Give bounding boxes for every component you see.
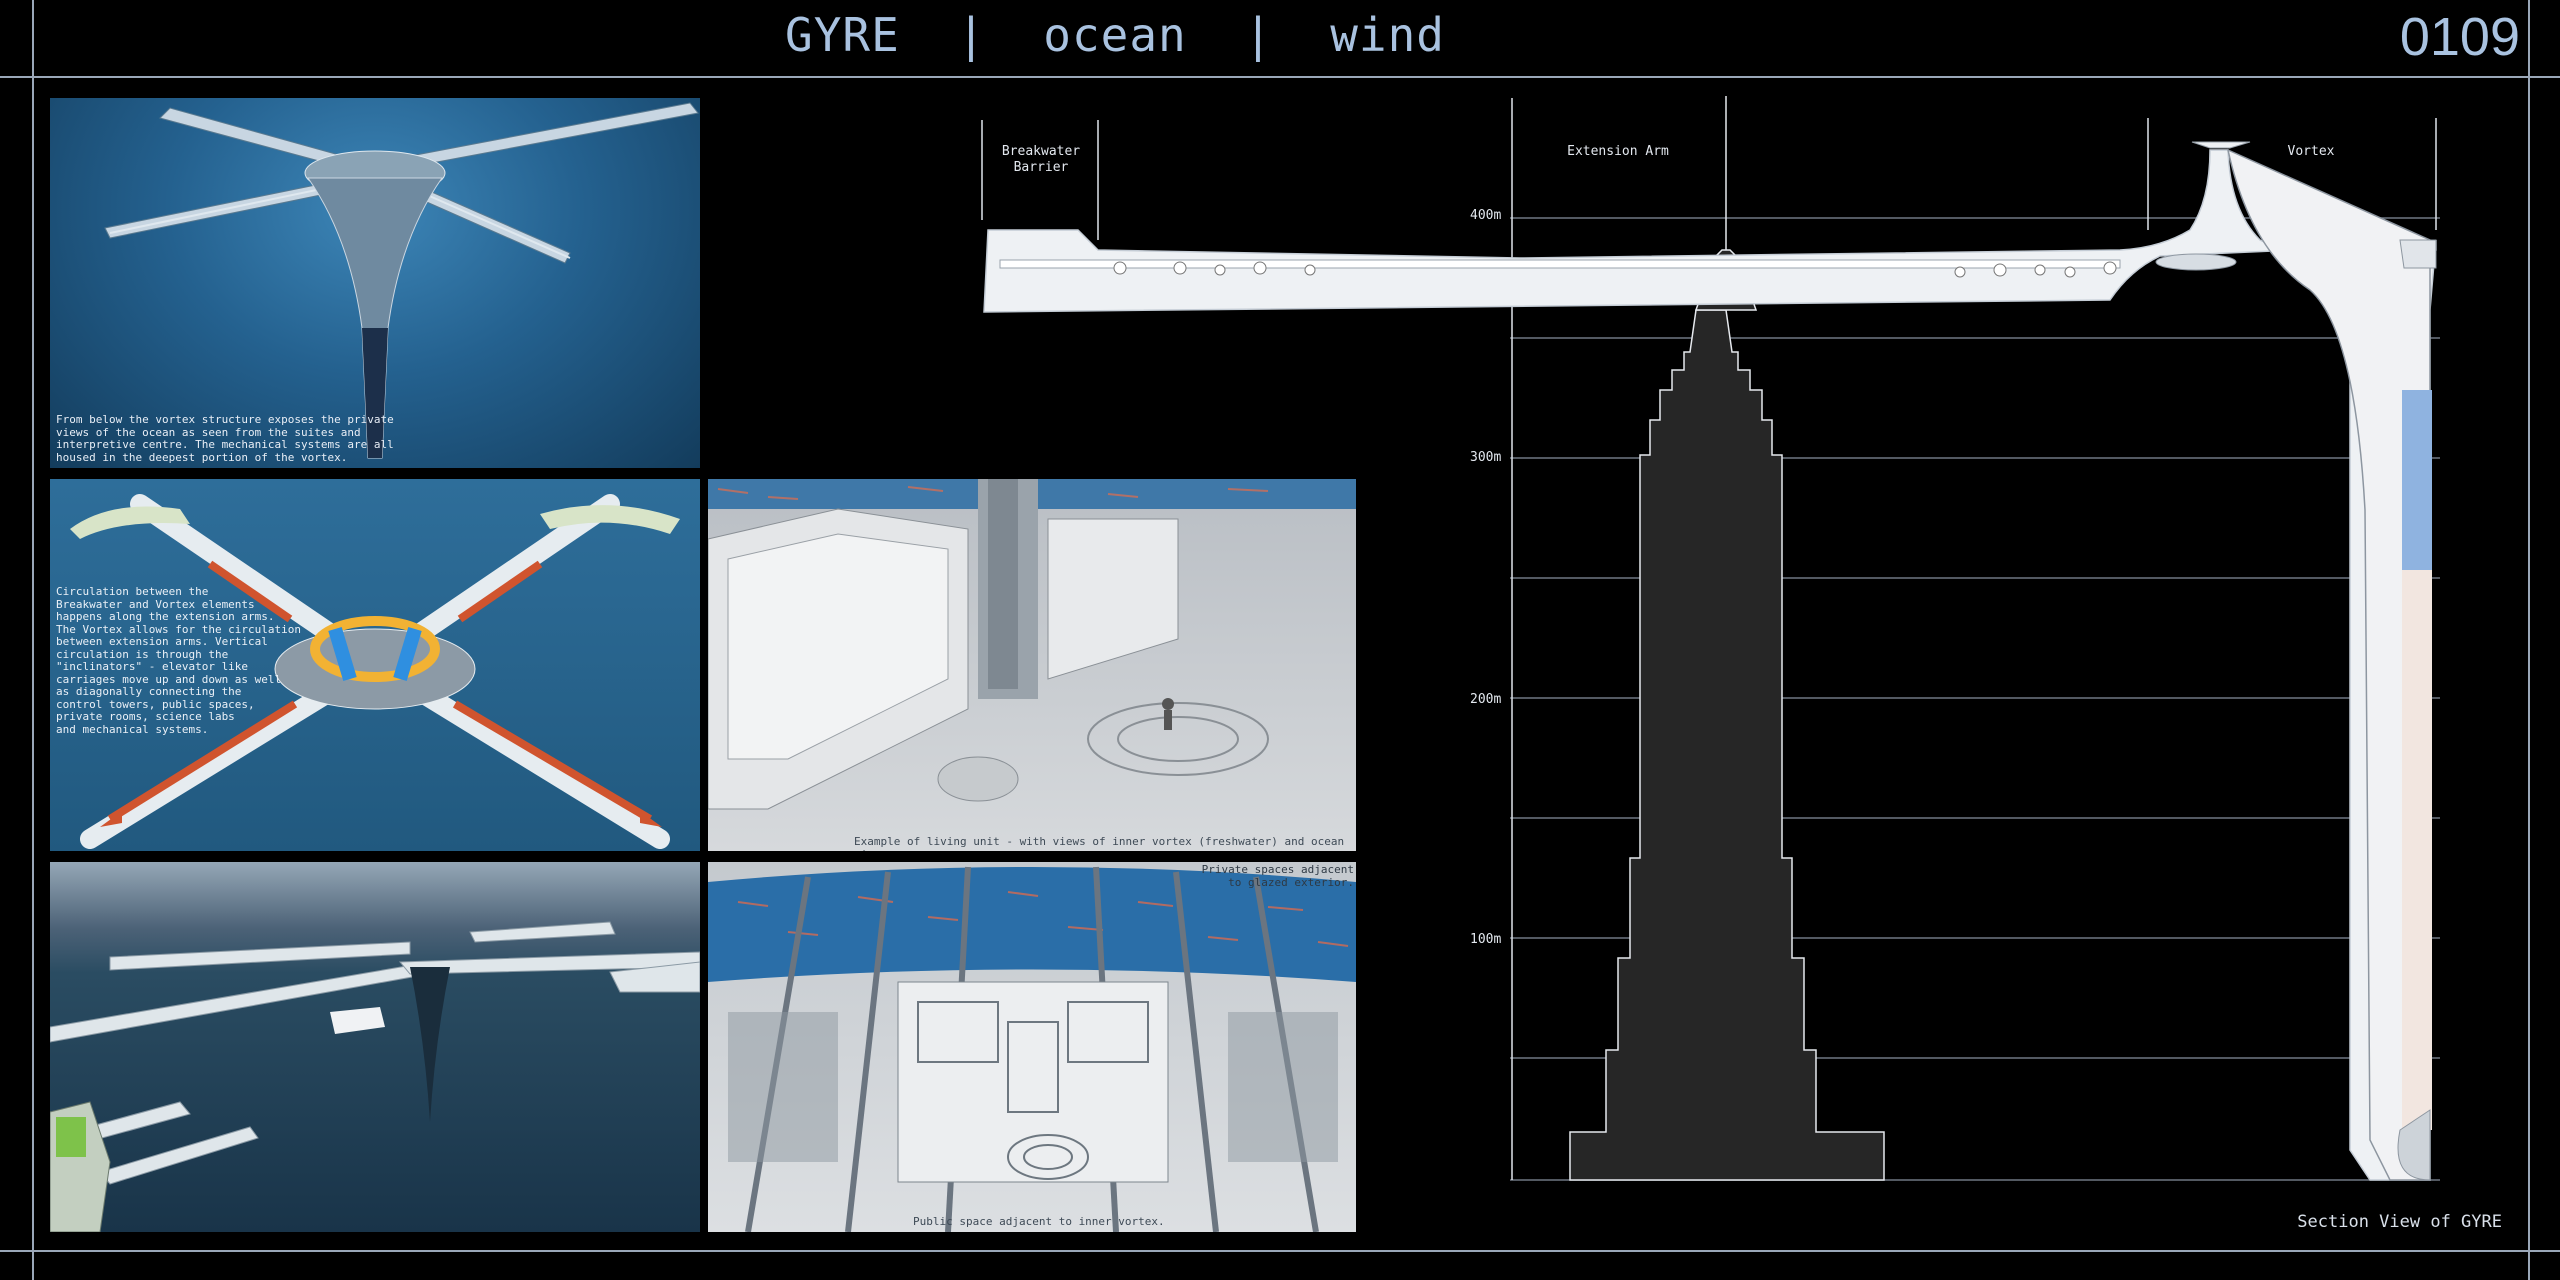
vortex-label: Vortex [2287, 144, 2335, 159]
circulation-view-panel: Circulation between the Breakwater and V… [50, 479, 700, 851]
height-label-200m: 200m [1470, 692, 1502, 707]
public-space-caption: Public space adjacent to inner vortex. [913, 1215, 1165, 1228]
underwater-view-panel: From below the vortex structure exposes … [50, 98, 700, 468]
underwater-caption: From below the vortex structure exposes … [56, 413, 394, 464]
height-label-100m: 100m [1470, 932, 1502, 947]
frame-left-line [32, 0, 34, 1280]
height-label-300m: 300m [1470, 450, 1502, 465]
section-drawing [981, 96, 2440, 1181]
frame-top-line [0, 76, 2560, 78]
extension-arm-label: Extension Arm [1567, 144, 1669, 159]
aerial-structure-illustration [50, 921, 700, 1232]
frame-right-line [2528, 0, 2530, 1280]
height-label-400m: 400m [1470, 208, 1502, 223]
breakwater-label: Breakwater Barrier [1001, 144, 1081, 175]
section-view-title: Section View of GYRE [2297, 1212, 2502, 1232]
page-title: GYRE | ocean | wind [785, 8, 1445, 62]
vortex-column [2226, 148, 2431, 1181]
sheet-number: 0109 [2399, 7, 2520, 67]
circulation-caption: Circulation between the Breakwater and V… [56, 585, 302, 736]
tower-silhouette [1569, 309, 1885, 1181]
aerial-view-panel [50, 862, 700, 1232]
frame-bottom-line [0, 1250, 2560, 1252]
